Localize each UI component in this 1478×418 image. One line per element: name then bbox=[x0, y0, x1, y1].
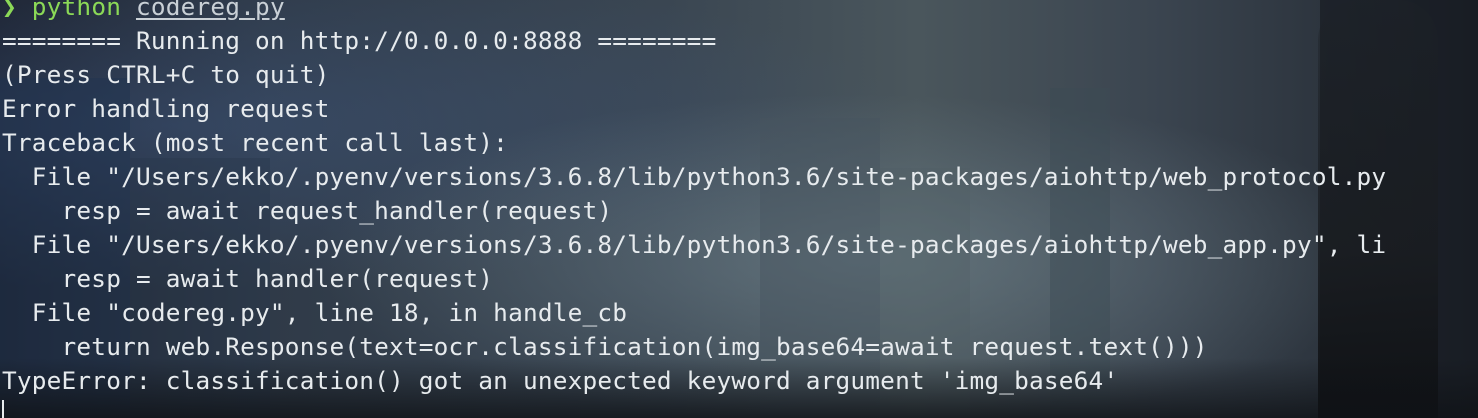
text-cursor bbox=[2, 400, 4, 418]
terminal-window[interactable]: ❯ python codereg.py ======== Running on … bbox=[0, 0, 1478, 418]
prompt-arrow-icon: ❯ bbox=[2, 0, 17, 21]
prompt-argument: codereg.py bbox=[135, 0, 285, 21]
prompt-command: python bbox=[31, 0, 122, 21]
output-line: (Press CTRL+C to quit) bbox=[2, 60, 330, 89]
output-line: resp = await request_handler(request) bbox=[2, 196, 613, 225]
output-line: ======== Running on http://0.0.0.0:8888 … bbox=[2, 26, 717, 55]
output-line: File "codereg.py", line 18, in handle_cb bbox=[2, 298, 628, 327]
output-line: Traceback (most recent call last): bbox=[2, 128, 509, 157]
output-line: return web.Response(text=ocr.classificat… bbox=[2, 332, 1208, 361]
output-line: File "/Users/ekko/.pyenv/versions/3.6.8/… bbox=[2, 230, 1387, 259]
output-line: resp = await handler(request) bbox=[2, 264, 494, 293]
output-line: File "/Users/ekko/.pyenv/versions/3.6.8/… bbox=[2, 162, 1387, 191]
error-line: TypeError: classification() got an unexp… bbox=[2, 366, 1119, 395]
prompt-line: ❯ python codereg.py bbox=[2, 0, 285, 24]
output-line: Error handling request bbox=[2, 94, 330, 123]
